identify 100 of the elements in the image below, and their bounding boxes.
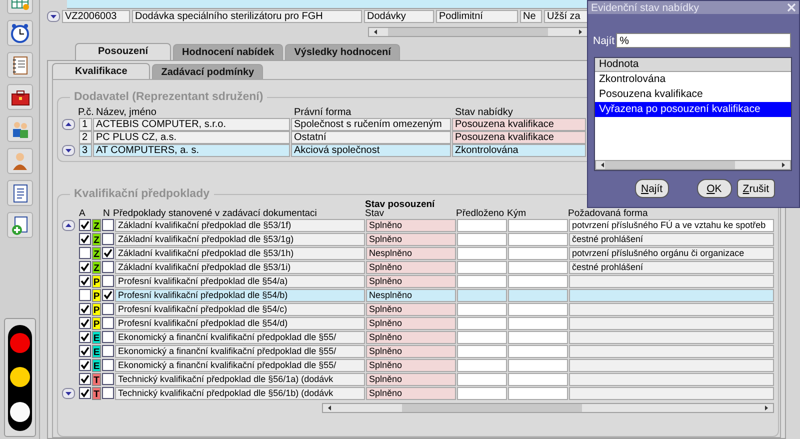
checkbox[interactable]	[102, 345, 114, 357]
table-cell[interactable]	[457, 232, 507, 246]
person-button[interactable]	[6, 148, 32, 174]
checkbox[interactable]	[102, 275, 114, 287]
checkbox[interactable]	[102, 247, 114, 259]
table-cell[interactable]: Splněno	[366, 330, 456, 344]
table-cell[interactable]: Splněno	[366, 372, 456, 386]
close-icon[interactable]	[787, 3, 796, 12]
table-cell[interactable]: Splněno	[366, 232, 456, 246]
table-cell[interactable]: Splněno	[366, 316, 456, 330]
table-cell[interactable]	[508, 218, 568, 232]
tab[interactable]: Kvalifikace	[52, 63, 150, 79]
checkbox[interactable]	[79, 247, 91, 259]
table-cell[interactable]	[457, 386, 507, 400]
table-cell[interactable]	[508, 358, 568, 372]
table-cell[interactable]	[457, 288, 507, 302]
checkbox[interactable]	[79, 275, 91, 287]
table-cell[interactable]: Splněno	[366, 358, 456, 372]
checkbox[interactable]	[102, 233, 114, 245]
checkbox[interactable]	[79, 303, 91, 315]
dialog-button[interactable]: OK	[696, 179, 732, 198]
dialog-button[interactable]: Zrušit	[736, 179, 776, 198]
tab[interactable]: Výsledky hodnocení	[285, 44, 400, 60]
checkbox[interactable]	[102, 289, 114, 301]
table-cell[interactable]	[457, 330, 507, 344]
column-header: Stav nabídky	[455, 107, 514, 118]
tab[interactable]: Zadávací podmínky	[152, 64, 264, 79]
checkbox[interactable]	[102, 359, 114, 371]
table-cell[interactable]: Splněno	[366, 274, 456, 288]
table-cell[interactable]: Zkontrolována	[452, 144, 586, 157]
table-cell[interactable]	[457, 358, 507, 372]
table-cell: 2	[79, 131, 92, 144]
checkbox[interactable]	[79, 317, 91, 329]
table-cell[interactable]	[457, 274, 507, 288]
table-cell[interactable]: Splněno	[366, 386, 456, 400]
scroll-up-button[interactable]	[62, 119, 75, 130]
table-cell[interactable]	[457, 246, 507, 260]
table-cell[interactable]	[457, 218, 507, 232]
checkbox[interactable]	[79, 261, 91, 273]
tab[interactable]: Posouzení	[75, 43, 172, 60]
table-cell[interactable]	[508, 246, 568, 260]
table-cell[interactable]	[508, 260, 568, 274]
clock-button[interactable]	[6, 20, 32, 46]
table-cell[interactable]: Splněno	[366, 218, 456, 232]
checkbox[interactable]	[79, 373, 91, 385]
checkbox[interactable]	[79, 387, 91, 399]
table-cell[interactable]	[508, 232, 568, 246]
search-field[interactable]: %	[616, 33, 791, 48]
checkbox[interactable]	[102, 387, 114, 399]
table-cell[interactable]: Splněno	[366, 344, 456, 358]
table-cell[interactable]	[457, 316, 507, 330]
horizontal-scrollbar[interactable]	[322, 403, 774, 413]
checkbox[interactable]	[79, 331, 91, 343]
notebook-button[interactable]	[6, 52, 32, 78]
horizontal-scrollbar[interactable]	[368, 27, 588, 37]
people-button[interactable]	[6, 116, 32, 142]
table-cell[interactable]	[457, 344, 507, 358]
table-cell[interactable]	[508, 302, 568, 316]
checkbox[interactable]	[79, 345, 91, 357]
table-cell[interactable]	[508, 274, 568, 288]
table-cell[interactable]: Posouzena kvalifikace	[452, 131, 586, 144]
table-cell[interactable]	[508, 386, 568, 400]
checkbox[interactable]	[102, 303, 114, 315]
tab[interactable]: Hodnocení nabídek	[173, 44, 284, 60]
checkbox[interactable]	[79, 289, 91, 301]
document-button[interactable]	[6, 180, 32, 206]
table-cell[interactable]: Nesplněno	[366, 288, 456, 302]
horizontal-scrollbar[interactable]	[595, 160, 791, 170]
list-item[interactable]: Zkontrolována	[595, 72, 791, 87]
checkbox[interactable]	[102, 219, 114, 231]
list-item[interactable]: Posouzena kvalifikace	[595, 87, 791, 102]
add-document-button[interactable]	[6, 212, 32, 238]
checkbox[interactable]	[79, 219, 91, 231]
toolbox-button[interactable]	[6, 84, 32, 110]
table-cell: Ne	[520, 10, 542, 23]
table-cell[interactable]	[508, 288, 568, 302]
scroll-down-button[interactable]	[47, 11, 60, 22]
scroll-up-button[interactable]	[62, 220, 75, 230]
checkbox[interactable]	[79, 233, 91, 245]
checkbox[interactable]	[102, 373, 114, 385]
checkbox[interactable]	[102, 331, 114, 343]
scroll-down-button[interactable]	[62, 145, 75, 156]
table-cell[interactable]	[508, 330, 568, 344]
table-cell[interactable]	[457, 260, 507, 274]
checkbox[interactable]	[102, 261, 114, 273]
checkbox[interactable]	[79, 359, 91, 371]
table-cell[interactable]: Posouzena kvalifikace	[452, 118, 586, 131]
scroll-down-button[interactable]	[62, 388, 75, 398]
table-cell[interactable]	[508, 316, 568, 330]
table-cell[interactable]	[457, 302, 507, 316]
table-cell[interactable]: Splněno	[366, 260, 456, 274]
table-cell[interactable]: Splněno	[366, 302, 456, 316]
dialog-button[interactable]: Najít	[635, 179, 669, 198]
category-badge: P	[92, 288, 101, 302]
table-cell[interactable]	[457, 372, 507, 386]
table-cell[interactable]: Nesplněno	[366, 246, 456, 260]
checkbox[interactable]	[102, 317, 114, 329]
list-item[interactable]: Vyřazena po posouzení kvalifikace	[595, 102, 791, 117]
table-cell[interactable]	[508, 344, 568, 358]
table-cell[interactable]	[508, 372, 568, 386]
